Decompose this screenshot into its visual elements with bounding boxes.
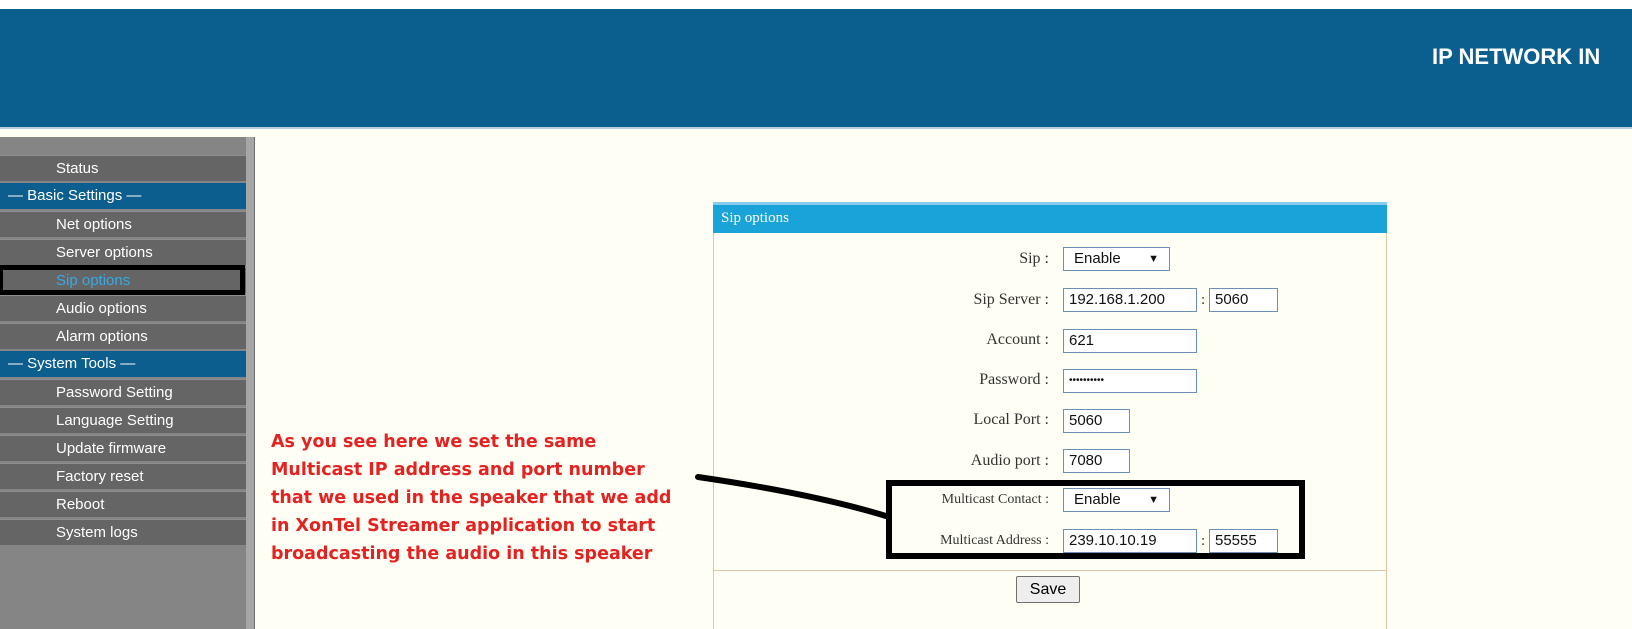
sidebar-item-status[interactable]: Status xyxy=(0,155,246,181)
annotation-line: that we used in the speaker that we add xyxy=(271,488,672,508)
sidebar-item-system-logs[interactable]: System logs xyxy=(0,519,246,545)
sidebar-item-audio-options[interactable]: Audio options xyxy=(0,295,246,321)
sip-options-panel xyxy=(713,202,1387,629)
password-label: Password : xyxy=(979,371,1049,388)
header-banner: IP NETWORK IN xyxy=(0,9,1632,129)
sip-options-highlight-box xyxy=(0,265,245,295)
save-button[interactable]: Save xyxy=(1016,576,1080,603)
sidebar-item-password-setting[interactable]: Password Setting xyxy=(0,379,246,405)
sidebar-item-language-setting[interactable]: Language Setting xyxy=(0,407,246,433)
multicast-highlight-box xyxy=(886,480,1305,559)
local-port-label: Local Port : xyxy=(973,411,1049,428)
page-title: IP NETWORK IN xyxy=(1432,44,1601,69)
sip-select-value: Enable xyxy=(1074,250,1121,267)
annotation-text: As you see here we set the same Multicas… xyxy=(271,428,711,568)
local-port-input[interactable]: 5060 xyxy=(1063,409,1130,433)
password-input[interactable]: •••••••••• xyxy=(1063,369,1197,393)
account-input[interactable]: 621 xyxy=(1063,329,1197,353)
sidebar-section-system-tools: — System Tools — xyxy=(0,351,246,377)
audio-port-input[interactable]: 7080 xyxy=(1063,449,1130,473)
sip-select[interactable]: Enable ▼ xyxy=(1063,247,1170,271)
sip-server-label: Sip Server : xyxy=(973,291,1049,308)
triangle-down-icon: ▼ xyxy=(1148,253,1159,265)
sidebar-item-factory-reset[interactable]: Factory reset xyxy=(0,463,246,489)
panel-header: Sip options xyxy=(713,202,1387,233)
sidebar-item-server-options[interactable]: Server options xyxy=(0,239,246,265)
annotation-line: in XonTel Streamer application to start xyxy=(271,516,656,536)
sip-server-input[interactable]: 192.168.1.200 xyxy=(1063,288,1197,312)
sidebar-item-reboot[interactable]: Reboot xyxy=(0,491,246,517)
port-separator: : xyxy=(1201,292,1206,308)
account-label: Account : xyxy=(986,331,1049,348)
panel-divider xyxy=(714,570,1386,571)
sidebar-divider xyxy=(246,137,255,629)
sidebar-section-basic-settings: — Basic Settings — xyxy=(0,183,246,209)
sidebar-item-alarm-options[interactable]: Alarm options xyxy=(0,323,246,349)
sidebar-item-net-options[interactable]: Net options xyxy=(0,211,246,237)
annotation-line: broadcasting the audio in this speaker xyxy=(271,544,653,564)
audio-port-label: Audio port : xyxy=(970,452,1049,469)
annotation-line: Multicast IP address and port number xyxy=(271,460,645,480)
panel-title: Sip options xyxy=(721,210,789,226)
sidebar-item-update-firmware[interactable]: Update firmware xyxy=(0,435,246,461)
sip-label: Sip : xyxy=(1019,250,1049,267)
annotation-line: As you see here we set the same xyxy=(271,432,597,452)
top-strip xyxy=(0,0,1632,9)
sip-server-port-input[interactable]: 5060 xyxy=(1209,288,1278,312)
